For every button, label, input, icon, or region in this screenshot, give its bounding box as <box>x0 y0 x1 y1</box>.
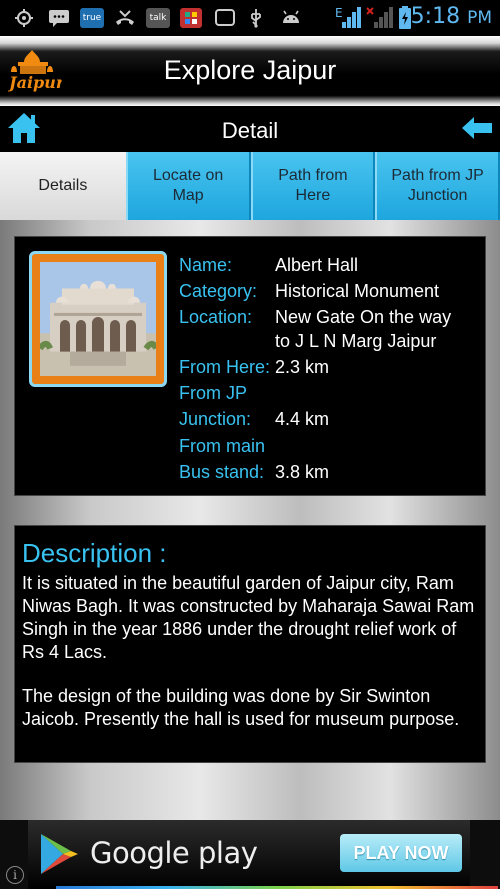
app-header: Jaipur Explore Jaipur <box>0 36 500 106</box>
nav-bar: Detail <box>0 106 500 152</box>
usb-icon <box>248 7 264 29</box>
name-label: Name: <box>179 255 233 275</box>
from-main-label-line2: Bus stand: <box>179 462 265 482</box>
location-label: Location: <box>179 307 253 327</box>
description-panel: Description : It is situated in the beau… <box>14 525 486 763</box>
from-jp-value: 4.4 km <box>275 409 330 429</box>
tab-label: Path from Here <box>278 167 348 204</box>
from-here-value: 2.3 km <box>275 357 330 377</box>
info-panel: Name: Albert Hall Category: Historical M… <box>14 236 486 496</box>
location-value-line1: New Gate On the way <box>275 307 452 327</box>
category-value: Historical Monument <box>275 281 440 301</box>
ad-content[interactable]: Google play PLAY NOW <box>28 820 498 889</box>
gps-icon <box>14 7 34 29</box>
tab-bar: Details Locate on Map Path from Here Pat… <box>0 152 500 220</box>
google-play-icon <box>41 834 78 874</box>
from-here-label: From Here: <box>179 357 271 377</box>
ad-banner[interactable]: Google play PLAY NOW i <box>0 820 500 889</box>
from-jp-label-line2: Junction: <box>179 409 252 429</box>
content-area: Name: Albert Hall Category: Historical M… <box>0 220 500 820</box>
description-title: Description : <box>22 538 167 568</box>
from-jp-label-line1: From JP <box>179 383 248 403</box>
place-photo[interactable] <box>29 251 167 387</box>
tab-details[interactable]: Details <box>0 152 126 220</box>
description-paragraph-2: The design of the building was done by S… <box>22 686 460 729</box>
tab-label: Locate on Map <box>152 167 224 204</box>
true-app-icon: true <box>80 8 104 28</box>
category-label: Category: <box>179 281 258 301</box>
chat-bubble-icon <box>214 7 236 29</box>
back-arrow-icon <box>462 117 492 139</box>
signal-e-icon: E <box>334 6 364 29</box>
tab-label: Path from JP Junction <box>391 167 484 204</box>
tab-path-from-jp-junction[interactable]: Path from JP Junction <box>375 152 500 220</box>
tab-locate-on-map[interactable]: Locate on Map <box>125 152 251 220</box>
name-value: Albert Hall <box>275 255 359 275</box>
missed-call-icon <box>114 7 136 29</box>
app-notification-icon <box>180 8 202 28</box>
from-main-value: 3.8 km <box>275 462 330 482</box>
signal-none-icon <box>366 7 394 29</box>
app-title: Explore Jaipur <box>163 55 337 85</box>
tab-path-from-here[interactable]: Path from Here <box>250 152 376 220</box>
svg-text:E: E <box>335 6 343 20</box>
screen-title: Detail <box>221 118 279 143</box>
message-icon <box>48 7 70 29</box>
description-paragraph-1: It is situated in the beautiful garden o… <box>22 573 475 662</box>
from-main-label-line1: From main <box>179 436 266 456</box>
status-bar: true talk E 5:18 PM <box>0 0 500 36</box>
albert-hall-image <box>40 262 156 376</box>
location-value-line2: to J L N Marg Jaipur <box>275 331 437 351</box>
back-button[interactable] <box>460 116 494 140</box>
google-play-text: Google play <box>90 836 258 870</box>
clock: 5:18 PM <box>410 4 492 29</box>
talk-app-icon: talk <box>146 8 170 28</box>
play-now-button[interactable]: PLAY NOW <box>340 834 462 872</box>
ad-info-icon[interactable]: i <box>6 866 24 884</box>
android-icon <box>280 7 302 29</box>
